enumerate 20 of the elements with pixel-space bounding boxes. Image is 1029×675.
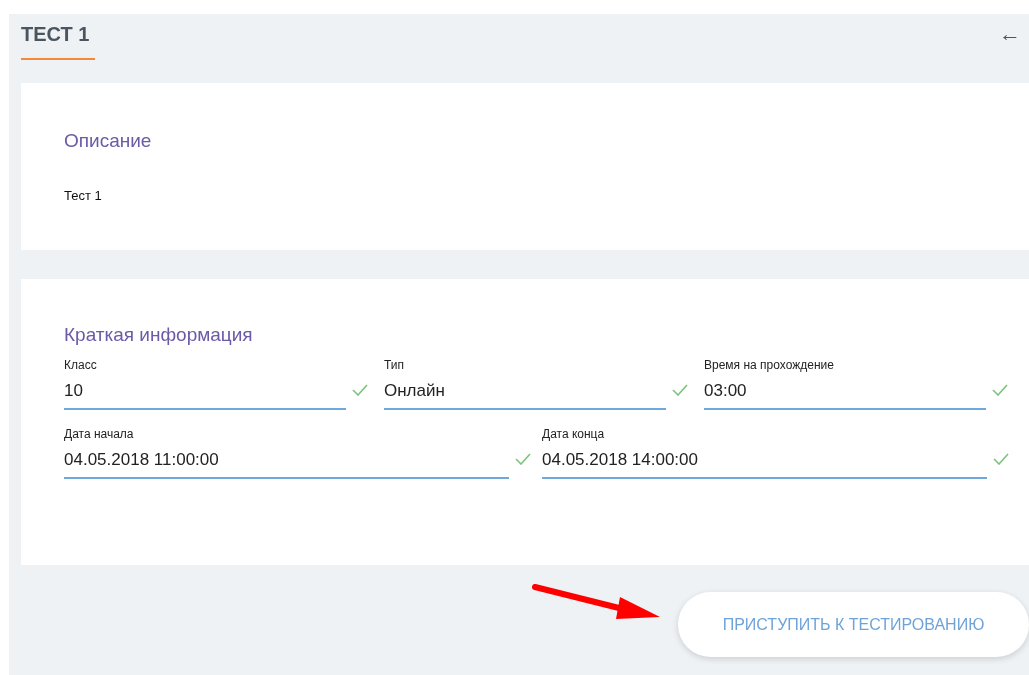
input-field[interactable]: 04.05.2018 14:00:00 xyxy=(542,445,987,479)
field-label: Тип xyxy=(384,357,405,373)
description-text: Тест 1 xyxy=(64,187,103,205)
section-heading: Описание xyxy=(64,129,153,153)
checkmark-icon xyxy=(992,384,1008,396)
input-field[interactable]: 10 xyxy=(64,376,346,410)
input-field[interactable]: 03:00 xyxy=(704,376,986,410)
checkmark-icon xyxy=(515,453,531,465)
input-field[interactable]: Онлайн xyxy=(384,376,666,410)
input-field[interactable]: 04.05.2018 11:00:00 xyxy=(64,445,509,479)
checkmark-icon xyxy=(993,453,1009,465)
checkmark-icon xyxy=(672,384,688,396)
section-heading: Краткая информация xyxy=(64,323,254,347)
field-label: Класс xyxy=(64,357,98,373)
field-label: Время на прохождение xyxy=(704,357,835,373)
field-label: Дата конца xyxy=(542,426,606,442)
back-button[interactable]: ← xyxy=(999,14,1021,46)
checkmark-icon xyxy=(352,384,368,396)
page-title: ТЕСТ 1 xyxy=(21,22,91,46)
field-label: Дата начала xyxy=(64,426,135,442)
